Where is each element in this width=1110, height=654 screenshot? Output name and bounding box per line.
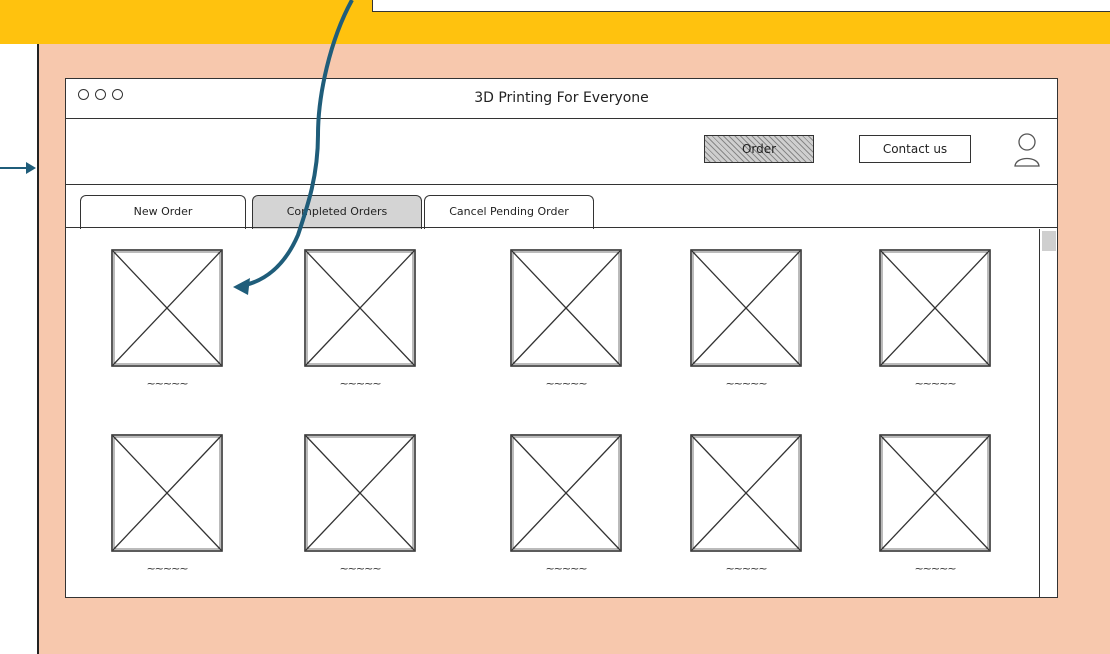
nav-bar: Order Contact us xyxy=(66,119,1057,185)
image-caption: ~~~~~ xyxy=(146,377,188,390)
tab-new-order[interactable]: New Order xyxy=(80,195,246,229)
order-button[interactable]: Order xyxy=(704,135,814,163)
image-caption: ~~~~~ xyxy=(545,377,587,390)
title-bar: 3D Printing For Everyone xyxy=(66,79,1057,119)
image-placeholder[interactable] xyxy=(111,249,223,367)
tab-divider xyxy=(66,227,1057,228)
scrollbar-thumb[interactable] xyxy=(1042,231,1056,251)
image-placeholder[interactable] xyxy=(304,434,416,552)
tab-cancel-pending-order[interactable]: Cancel Pending Order xyxy=(424,195,594,229)
top-note-box xyxy=(372,0,1110,12)
window-title: 3D Printing For Everyone xyxy=(474,90,649,106)
image-placeholder[interactable] xyxy=(690,434,802,552)
completed-orders-grid: ~~~~~ ~~~~~ ~~~~~ ~~~~~ ~~~~~ ~~~~~ ~~~~~ ~~~~~… xyxy=(66,229,1039,597)
vertical-scrollbar[interactable] xyxy=(1039,229,1057,597)
side-arrow-head xyxy=(26,162,36,174)
user-avatar-icon[interactable] xyxy=(1013,132,1041,168)
contact-us-button[interactable]: Contact us xyxy=(859,135,971,163)
tab-bar: New Order Completed Orders Cancel Pendin… xyxy=(66,185,1057,229)
image-placeholder[interactable] xyxy=(111,434,223,552)
image-caption: ~~~~~ xyxy=(914,377,956,390)
image-caption: ~~~~~ xyxy=(725,377,767,390)
image-caption: ~~~~~ xyxy=(146,562,188,575)
image-placeholder[interactable] xyxy=(510,434,622,552)
image-placeholder[interactable] xyxy=(690,249,802,367)
tab-completed-orders[interactable]: Completed Orders xyxy=(252,195,422,229)
image-caption: ~~~~~ xyxy=(339,562,381,575)
image-caption: ~~~~~ xyxy=(339,377,381,390)
image-caption: ~~~~~ xyxy=(725,562,767,575)
image-placeholder[interactable] xyxy=(510,249,622,367)
image-caption: ~~~~~ xyxy=(914,562,956,575)
image-placeholder[interactable] xyxy=(879,249,991,367)
image-caption: ~~~~~ xyxy=(545,562,587,575)
image-placeholder[interactable] xyxy=(304,249,416,367)
browser-window-mockup: 3D Printing For Everyone Order Contact u… xyxy=(65,78,1058,598)
image-placeholder[interactable] xyxy=(879,434,991,552)
